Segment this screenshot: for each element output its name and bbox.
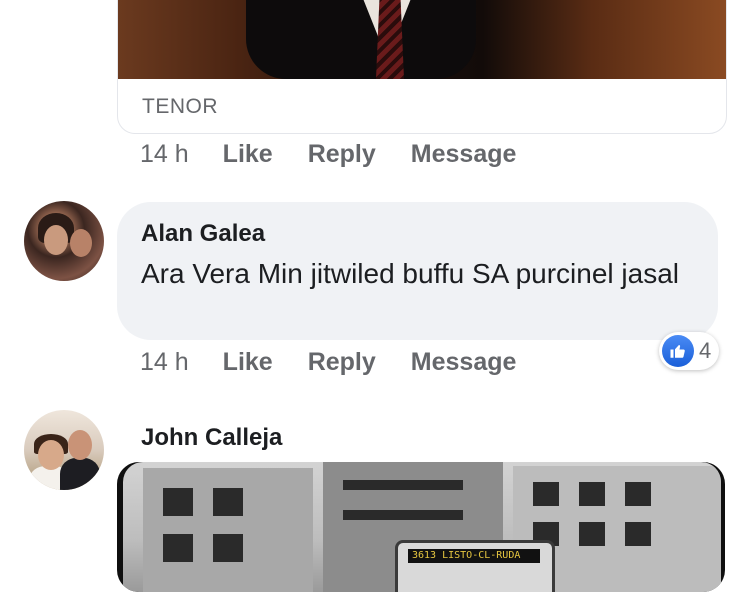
comment-author[interactable]: John Calleja [141,424,282,452]
photo-bus: 3613 LISTO-CL-RUDA [395,540,555,592]
photo-image[interactable]: 3613 LISTO-CL-RUDA [123,462,721,592]
avatar-face [38,440,64,470]
photo-window [625,482,651,506]
photo-window [579,522,605,546]
gif-attachment[interactable]: TENOR [117,0,727,134]
bus-destination-sign: 3613 LISTO-CL-RUDA [408,549,540,563]
reaction-count: 4 [699,338,712,363]
photo-building [143,468,313,592]
message-button[interactable]: Message [411,348,517,377]
comment-actions: 14 h Like Reply Message [140,348,551,377]
gif-figure-tie [376,0,404,79]
comment-text: Ara Vera Min jitwiled buffu SA purcinel … [141,258,679,289]
like-icon [662,335,694,367]
comment-bubble: Alan Galea Ara Vera Min jitwiled buffu S… [117,202,718,340]
comment-actions: 14 h Like Reply Message [140,140,551,169]
photo-window [533,482,559,506]
photo-attachment[interactable]: 3613 LISTO-CL-RUDA [117,462,725,592]
avatar[interactable] [24,201,104,281]
avatar-face [70,229,92,257]
photo-balcony [343,480,463,490]
photo-window [625,522,651,546]
photo-balcony [343,510,463,520]
avatar[interactable] [24,410,104,490]
avatar-face [68,430,92,460]
photo-window [163,488,193,516]
like-button[interactable]: Like [223,140,273,169]
reaction-count-badge[interactable]: 4 [659,332,720,370]
gif-figure-suit [246,0,476,79]
photo-window [213,534,243,562]
avatar-body [60,458,100,490]
avatar-face [44,225,68,255]
reply-button[interactable]: Reply [308,348,376,377]
comment-timestamp[interactable]: 14 h [140,140,189,169]
reply-button[interactable]: Reply [308,140,376,169]
like-button[interactable]: Like [223,348,273,377]
photo-window [213,488,243,516]
gif-image[interactable] [118,0,726,79]
photo-window [579,482,605,506]
photo-window [163,534,193,562]
gif-source-label: TENOR [142,95,218,118]
comment-timestamp[interactable]: 14 h [140,348,189,377]
comment-author[interactable]: Alan Galea [141,220,265,248]
message-button[interactable]: Message [411,140,517,169]
